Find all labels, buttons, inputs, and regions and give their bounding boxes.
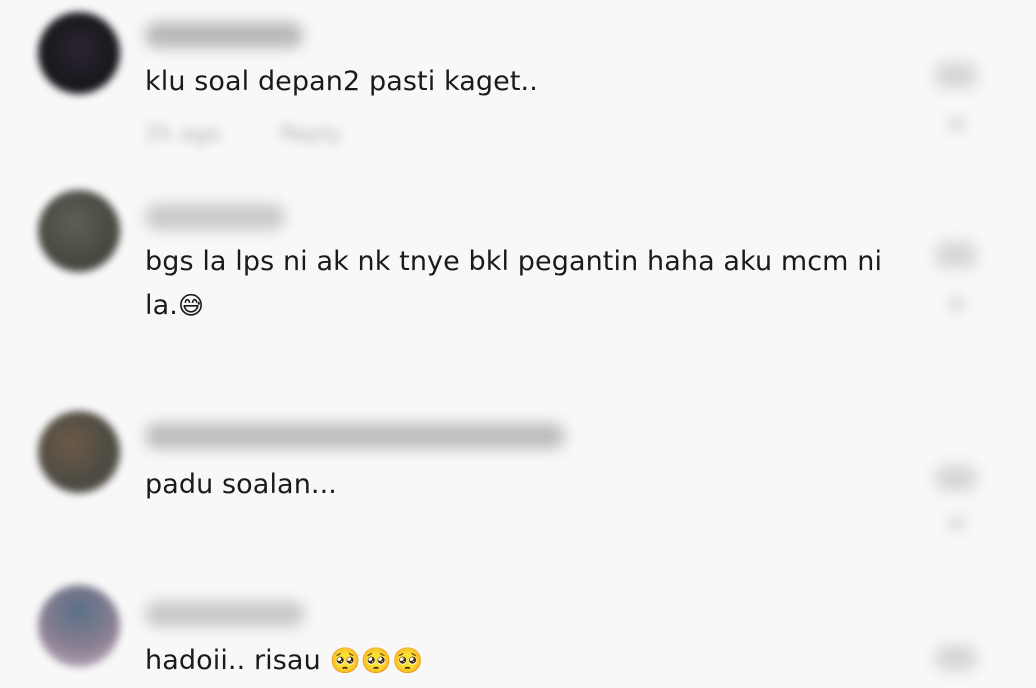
comment-text-line: hadoii.. risau bbox=[145, 645, 321, 676]
comment-text: hadoii.. risau 🥺🥺🥺 bbox=[145, 639, 887, 683]
avatar[interactable] bbox=[38, 190, 120, 272]
comment-meta bbox=[145, 527, 205, 553]
username[interactable] bbox=[145, 22, 303, 48]
comment-time: 2h ago bbox=[145, 122, 221, 147]
grinning-sweat-emoji: 😅 bbox=[177, 291, 205, 320]
comment-text: padu soalan... bbox=[145, 469, 337, 500]
comment-text: klu soal depan2 pasti kaget.. bbox=[145, 66, 538, 97]
comment-meta bbox=[145, 346, 205, 372]
avatar[interactable] bbox=[38, 12, 120, 94]
comment-text-line: la.😅 bbox=[145, 284, 887, 328]
pleading-face-emoji: 🥺🥺🥺 bbox=[329, 646, 424, 675]
like-count bbox=[948, 116, 966, 132]
comment-item: klu soal depan2 pasti kaget.. 2h ago Rep… bbox=[0, 0, 1036, 170]
comment-text-line: bgs la lps ni ak nk tnye bkl pegantin ha… bbox=[145, 246, 883, 277]
username[interactable] bbox=[145, 204, 285, 230]
heart-icon[interactable] bbox=[936, 465, 976, 491]
avatar[interactable] bbox=[38, 411, 120, 493]
username[interactable] bbox=[145, 601, 305, 627]
heart-icon[interactable] bbox=[936, 645, 976, 671]
heart-icon[interactable] bbox=[936, 62, 976, 88]
comment-meta: 2h ago Reply bbox=[145, 122, 342, 148]
like-count bbox=[948, 515, 966, 531]
comment-item: padu soalan... bbox=[0, 395, 1036, 575]
heart-icon[interactable] bbox=[936, 242, 976, 268]
comment-text: bgs la lps ni ak nk tnye bkl pegantin ha… bbox=[145, 240, 887, 328]
avatar[interactable] bbox=[38, 585, 120, 667]
comments-panel: klu soal depan2 pasti kaget.. 2h ago Rep… bbox=[0, 0, 1036, 688]
like-count bbox=[948, 296, 966, 312]
text-fade bbox=[887, 240, 897, 284]
comment-text-line-end: la. bbox=[145, 290, 178, 321]
username[interactable] bbox=[145, 423, 565, 449]
comment-item: hadoii.. risau 🥺🥺🥺 bbox=[0, 575, 1036, 688]
comment-item: bgs la lps ni ak nk tnye bkl pegantin ha… bbox=[0, 170, 1036, 395]
reply-button[interactable]: Reply bbox=[281, 122, 342, 148]
